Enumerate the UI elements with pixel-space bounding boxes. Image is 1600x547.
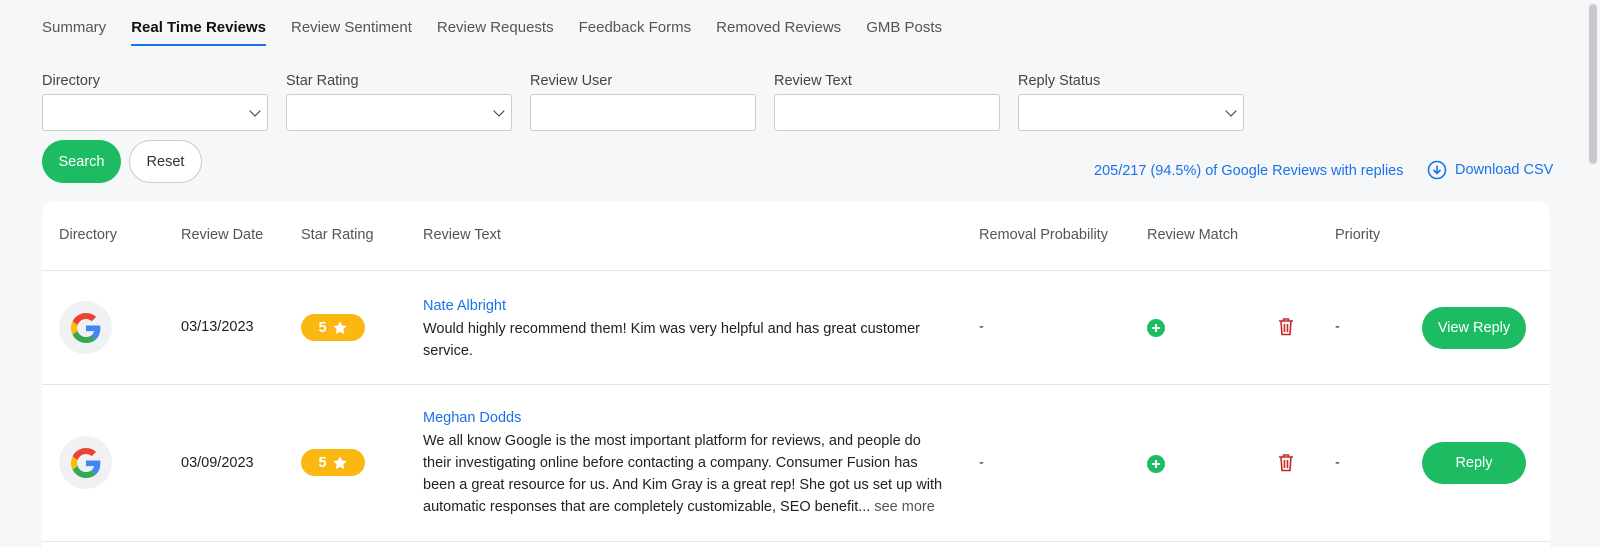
table-row: 03/09/2023 5 Meghan Dodds We all know Go… (42, 385, 1550, 542)
chevron-down-icon (249, 105, 261, 117)
review-text-body: We all know Google is the most important… (423, 433, 943, 515)
header-review-text[interactable]: Review Text (423, 227, 501, 243)
review-text-input[interactable] (775, 95, 999, 130)
add-match-icon[interactable] (1147, 319, 1165, 337)
tab-removed-reviews[interactable]: Removed Reviews (716, 0, 841, 46)
header-removal-probability[interactable]: Removal Probability (979, 227, 1108, 243)
tab-feedback-forms[interactable]: Feedback Forms (579, 0, 692, 46)
reviewer-name-link[interactable]: Nate Albright (423, 298, 943, 314)
star-rating-filter-label: Star Rating (286, 73, 359, 89)
reply-button[interactable]: Reply (1422, 442, 1526, 484)
header-directory[interactable]: Directory (59, 227, 117, 243)
download-csv-button[interactable]: Download CSV (1427, 160, 1553, 180)
removal-probability: - (979, 319, 984, 335)
reset-button[interactable]: Reset (129, 140, 202, 183)
scrollbar-thumb[interactable] (1589, 4, 1597, 164)
header-review-match[interactable]: Review Match (1147, 227, 1238, 243)
priority-value: - (1335, 319, 1340, 335)
star-rating-value: 5 (318, 319, 327, 336)
reply-status-filter: Reply Status (1018, 73, 1244, 131)
tab-review-requests[interactable]: Review Requests (437, 0, 554, 46)
download-csv-label: Download CSV (1455, 162, 1554, 178)
reply-status-select[interactable] (1018, 94, 1244, 131)
review-date: 03/09/2023 (181, 455, 254, 471)
google-icon (59, 301, 112, 354)
review-text: We all know Google is the most important… (423, 430, 943, 518)
star-rating-badge: 5 (301, 314, 365, 341)
header-priority[interactable]: Priority (1335, 227, 1380, 243)
review-text-filter-label: Review Text (774, 73, 852, 89)
view-reply-button[interactable]: View Reply (1422, 307, 1526, 349)
page-scrollbar[interactable] (1586, 0, 1600, 547)
star-rating-select[interactable] (286, 94, 512, 131)
review-content: Meghan Dodds We all know Google is the m… (423, 410, 943, 518)
see-more-link[interactable]: see more (874, 499, 934, 515)
review-user-filter: Review User (530, 73, 756, 131)
search-button[interactable]: Search (42, 140, 121, 183)
tab-summary[interactable]: Summary (42, 0, 106, 46)
chevron-down-icon (1225, 105, 1237, 117)
trash-icon[interactable] (1278, 317, 1294, 341)
tab-real-time-reviews[interactable]: Real Time Reviews (131, 0, 266, 46)
review-date: 03/13/2023 (181, 319, 254, 335)
review-text-field (774, 94, 1000, 131)
star-rating-filter: Star Rating (286, 73, 512, 131)
reply-status-filter-label: Reply Status (1018, 73, 1101, 89)
table-header: Directory Review Date Star Rating Review… (42, 201, 1550, 271)
tab-bar: Summary Real Time Reviews Review Sentime… (42, 0, 967, 48)
priority-value: - (1335, 455, 1340, 471)
directory-filter-label: Directory (42, 73, 101, 89)
review-user-field (530, 94, 756, 131)
directory-filter: Directory (42, 73, 268, 131)
star-rating-value: 5 (318, 454, 327, 471)
review-text-filter: Review Text (774, 73, 1000, 131)
review-text: Would highly recommend them! Kim was ver… (423, 321, 920, 359)
header-star-rating[interactable]: Star Rating (301, 227, 374, 243)
directory-select[interactable] (42, 94, 268, 131)
star-icon (332, 320, 347, 334)
table-row: 03/13/2023 5 Nate Albright Would highly … (42, 271, 1550, 385)
tab-gmb-posts[interactable]: GMB Posts (866, 0, 942, 46)
review-content: Nate Albright Would highly recommend the… (423, 298, 943, 362)
add-match-icon[interactable] (1147, 455, 1165, 473)
filter-bar: Directory Star Rating Review User Review… (42, 73, 1262, 131)
star-rating-badge: 5 (301, 449, 365, 476)
star-icon (332, 455, 347, 469)
google-icon (59, 436, 112, 489)
review-user-filter-label: Review User (530, 73, 613, 89)
trash-icon[interactable] (1278, 453, 1294, 477)
header-review-date[interactable]: Review Date (181, 227, 263, 243)
download-icon (1427, 160, 1447, 180)
removal-probability: - (979, 455, 984, 471)
reviews-table: Directory Review Date Star Rating Review… (42, 201, 1550, 547)
tab-review-sentiment[interactable]: Review Sentiment (291, 0, 412, 46)
reply-summary-link[interactable]: 205/217 (94.5%) of Google Reviews with r… (1094, 163, 1404, 179)
chevron-down-icon (493, 105, 505, 117)
review-user-input[interactable] (531, 95, 755, 130)
reviewer-name-link[interactable]: Meghan Dodds (423, 410, 943, 426)
